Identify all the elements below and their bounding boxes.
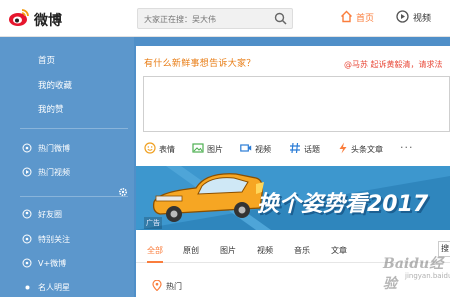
sidebar-item-hot-weibo[interactable]: 热门微博 — [38, 143, 70, 154]
special-follow-icon — [22, 234, 32, 244]
lightning-icon[interactable] — [337, 142, 349, 154]
sidebar-item-friends[interactable]: 好友圈 — [38, 209, 62, 220]
sidebar-item-favorites[interactable]: 我的收藏 — [38, 79, 72, 91]
tab-music[interactable]: 音乐 — [294, 245, 310, 256]
sidebar-item-hot-video[interactable]: 热门视频 — [38, 167, 70, 178]
search-input[interactable] — [144, 12, 272, 26]
tab-all[interactable]: 全部 — [147, 245, 163, 263]
banner-headline: 换个姿势看2017 — [257, 192, 429, 217]
post-textarea[interactable] — [143, 76, 450, 132]
watermark-url: jingyan.baidu.com — [405, 272, 450, 280]
composer-prompt: 有什么新鲜事想告诉大家？ — [144, 59, 256, 69]
tab-original[interactable]: 原创 — [183, 245, 199, 256]
sidebar-divider — [20, 196, 128, 197]
video-camera-icon[interactable] — [240, 142, 252, 154]
sidebar-item-vplus[interactable]: V+微博 — [38, 258, 66, 269]
tab-videos[interactable]: 视频 — [257, 245, 273, 256]
logo-text[interactable]: 微博 — [34, 10, 62, 30]
bullet-icon — [25, 285, 30, 290]
home-icon[interactable] — [340, 10, 353, 23]
tool-emoji[interactable]: 表情 — [159, 144, 175, 155]
feed-hot-section[interactable]: 热门 — [166, 281, 182, 292]
friends-circle-icon — [22, 209, 32, 219]
tool-topic[interactable]: 话题 — [304, 144, 320, 155]
tab-articles[interactable]: 文章 — [331, 245, 347, 256]
tool-image[interactable]: 图片 — [207, 144, 223, 155]
tool-headline-article[interactable]: 头条文章 — [351, 144, 383, 155]
hot-video-icon — [22, 167, 32, 177]
hot-weibo-icon — [22, 143, 32, 153]
tool-video[interactable]: 视频 — [255, 144, 271, 155]
sidebar-item-special-follow[interactable]: 特别关注 — [38, 234, 70, 245]
sidebar-item-home[interactable]: 首页 — [38, 54, 55, 66]
sidebar-item-likes[interactable]: 我的赞 — [38, 103, 64, 115]
tab-images[interactable]: 图片 — [220, 245, 236, 256]
hashtag-icon[interactable] — [289, 142, 301, 154]
sidebar-item-celebrities[interactable]: 名人明星 — [38, 282, 70, 293]
more-button[interactable]: ··· — [400, 141, 414, 154]
image-icon[interactable] — [192, 142, 204, 154]
search-box[interactable] — [137, 8, 293, 29]
vplus-icon — [22, 258, 32, 268]
weibo-logo-icon[interactable] — [8, 7, 30, 27]
nav-home[interactable]: 首页 — [356, 11, 374, 24]
emoji-icon[interactable] — [144, 142, 156, 154]
location-pin-icon — [152, 280, 162, 291]
ad-label: 广告 — [144, 217, 162, 229]
hot-topic-link[interactable]: @马苏 起诉黄毅清，请求法 — [344, 59, 443, 70]
nav-video[interactable]: 视频 — [413, 11, 431, 24]
sidebar-divider — [20, 128, 128, 129]
video-icon[interactable] — [396, 10, 409, 23]
search-icon[interactable] — [274, 12, 287, 25]
